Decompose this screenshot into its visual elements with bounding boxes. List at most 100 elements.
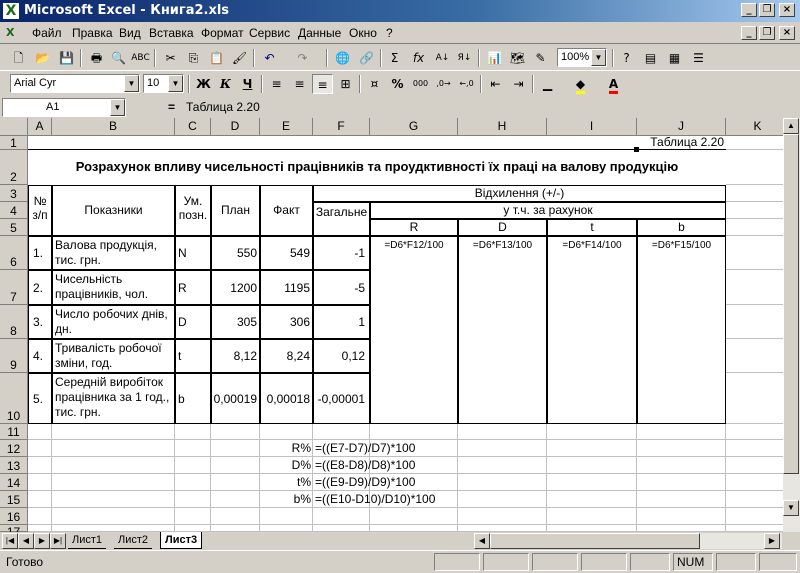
italic-button[interactable]: К	[215, 74, 236, 94]
sort-ascending-icon[interactable]: A↓	[432, 48, 453, 68]
doc-restore-button[interactable]: ❐	[759, 26, 775, 40]
scroll-thumb[interactable]	[783, 134, 799, 474]
hscroll-thumb[interactable]	[490, 533, 700, 549]
redo-icon[interactable]: ↷	[292, 48, 313, 68]
doc-minimize-button[interactable]: _	[741, 26, 757, 40]
column-header[interactable]: E	[260, 118, 313, 136]
align-center-icon[interactable]: ≡	[289, 74, 310, 94]
fill-color-icon[interactable]: ◆	[570, 74, 591, 94]
print-icon[interactable]: 🖶	[86, 48, 107, 68]
worksheet-grid[interactable]: A B C D E F G H I J K 1 2 3 4 5 6 7 8 9 10 11 12 13 14 15 16 17 Табл…	[0, 118, 783, 532]
menu-file[interactable]: Файл	[32, 26, 62, 40]
row-header[interactable]: 13	[0, 457, 28, 474]
menu-insert[interactable]: Вставка	[149, 26, 194, 40]
bold-button[interactable]: Ж	[193, 74, 214, 94]
autosum-icon[interactable]: Σ	[384, 48, 405, 68]
undo-icon[interactable]: ↶	[259, 48, 280, 68]
name-box[interactable]: A1 ▼	[2, 98, 126, 117]
tab-sheet3[interactable]: Лист3	[160, 532, 203, 549]
row-header[interactable]: 2	[0, 150, 28, 185]
percent-button[interactable]: %	[387, 74, 408, 94]
size-select[interactable]: 10 ▼	[143, 74, 184, 93]
save-icon[interactable]: 💾	[56, 48, 77, 68]
tb-icon-1[interactable]: ▤	[640, 48, 661, 68]
cut-icon[interactable]: ✂	[160, 48, 181, 68]
column-header[interactable]: A	[28, 118, 52, 136]
open-icon[interactable]: 📂	[32, 48, 53, 68]
tb-icon-2[interactable]: ▦	[664, 48, 685, 68]
tab-sheet2[interactable]: Лист2	[114, 532, 153, 549]
increase-decimal-icon[interactable]: ,0→	[433, 74, 454, 94]
select-all-corner[interactable]	[0, 118, 28, 136]
first-sheet-icon[interactable]: |◀	[2, 533, 18, 549]
minimize-button[interactable]: _	[741, 3, 757, 17]
function-icon[interactable]: fx	[408, 48, 429, 68]
comma-style-icon[interactable]: 000	[410, 74, 431, 94]
chevron-down-icon[interactable]: ▼	[591, 49, 606, 66]
fill-handle[interactable]	[634, 147, 639, 152]
tab-sheet1[interactable]: Лист1	[68, 532, 107, 549]
column-header[interactable]: G	[370, 118, 458, 136]
row-header[interactable]: 11	[0, 424, 28, 440]
row-header[interactable]: 1	[0, 136, 28, 150]
next-sheet-icon[interactable]: ▶	[34, 533, 50, 549]
format-painter-icon[interactable]: 🖌	[229, 48, 250, 68]
scroll-down-icon[interactable]: ▼	[783, 500, 799, 516]
borders-icon[interactable]: ▁	[537, 74, 558, 94]
excel-app-icon[interactable]: X	[3, 3, 19, 19]
spelling-icon[interactable]: ABC	[130, 48, 151, 68]
column-header[interactable]: K	[726, 118, 783, 136]
close-button[interactable]: ×	[779, 3, 795, 17]
row-header[interactable]: 7	[0, 270, 28, 305]
paste-icon[interactable]: 📋	[206, 48, 227, 68]
decrease-decimal-icon[interactable]: ←,0	[456, 74, 477, 94]
workbook-icon[interactable]: X	[6, 26, 22, 40]
row-header[interactable]: 10	[0, 373, 28, 424]
last-sheet-icon[interactable]: ▶|	[50, 533, 66, 549]
row-header[interactable]: 6	[0, 236, 28, 270]
menu-view[interactable]: Вид	[119, 26, 141, 40]
horizontal-scrollbar[interactable]: ◀ ▶	[474, 533, 782, 549]
align-right-icon[interactable]: ≡	[312, 74, 333, 94]
row-header[interactable]: 9	[0, 339, 28, 373]
row-header[interactable]: 3	[0, 185, 28, 202]
formula-input[interactable]: Таблица 2.20	[186, 100, 260, 114]
increase-indent-icon[interactable]: ⇥	[508, 74, 529, 94]
row-header[interactable]: 5	[0, 219, 28, 236]
menu-tools[interactable]: Сервис	[249, 26, 290, 40]
copy-icon[interactable]: ⎘	[183, 48, 204, 68]
tb-icon-3[interactable]: ☰	[688, 48, 709, 68]
prev-sheet-icon[interactable]: ◀	[18, 533, 34, 549]
row-header[interactable]: 15	[0, 491, 28, 508]
row-header[interactable]: 16	[0, 508, 28, 525]
font-select[interactable]: Arial Cyr ▼	[10, 74, 140, 93]
menu-data[interactable]: Данные	[298, 26, 341, 40]
column-header[interactable]: H	[458, 118, 547, 136]
row-header[interactable]: 17	[0, 525, 28, 532]
sort-descending-icon[interactable]: Я↓	[454, 48, 475, 68]
zoom-select[interactable]: 100% ▼	[557, 48, 607, 67]
chevron-down-icon[interactable]: ▼	[124, 75, 139, 92]
currency-icon[interactable]: ¤	[364, 74, 385, 94]
column-header[interactable]: B	[52, 118, 175, 136]
row-header[interactable]: 14	[0, 474, 28, 491]
column-header[interactable]: I	[547, 118, 637, 136]
map-icon[interactable]: 🗺	[507, 48, 528, 68]
menu-edit[interactable]: Правка	[72, 26, 113, 40]
font-color-icon[interactable]: A	[603, 74, 624, 94]
column-header[interactable]: C	[175, 118, 211, 136]
menu-format[interactable]: Формат	[201, 26, 244, 40]
row-header[interactable]: 4	[0, 202, 28, 219]
scroll-up-icon[interactable]: ▲	[783, 118, 799, 134]
column-header[interactable]: D	[211, 118, 260, 136]
underline-button[interactable]: Ч	[237, 74, 258, 94]
scroll-right-icon[interactable]: ▶	[764, 533, 780, 549]
print-preview-icon[interactable]: 🔍	[108, 48, 129, 68]
doc-close-button[interactable]: ×	[779, 26, 795, 40]
scroll-left-icon[interactable]: ◀	[474, 533, 490, 549]
restore-button[interactable]: ❐	[759, 3, 775, 17]
column-header[interactable]: F	[313, 118, 370, 136]
chevron-down-icon[interactable]: ▼	[168, 75, 183, 92]
new-icon[interactable]: 🗋	[8, 48, 29, 68]
vertical-scrollbar[interactable]: ▲ ▼	[783, 118, 800, 532]
